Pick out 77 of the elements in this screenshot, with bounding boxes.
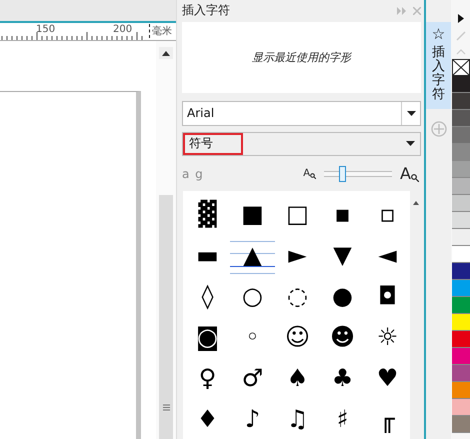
glyph-cell[interactable]: ▓	[185, 193, 230, 234]
close-icon[interactable]	[413, 6, 421, 15]
glyph-cell[interactable]: ╓	[365, 398, 410, 439]
font-name: Arial	[186, 105, 216, 122]
subset-dropdown[interactable]: 符号	[182, 132, 421, 156]
glyph-cell[interactable]: ◊	[185, 275, 230, 316]
glyph-cell[interactable]: ☼	[365, 316, 410, 357]
glyph-cell[interactable]: ▼	[320, 234, 365, 275]
glyph-cell[interactable]: ♠	[275, 357, 320, 398]
color-swatch[interactable]	[452, 110, 470, 127]
glyph-cell[interactable]: ♣	[320, 357, 365, 398]
color-swatch[interactable]	[452, 76, 470, 93]
color-swatch[interactable]	[452, 348, 470, 365]
glyph-cell[interactable]: ◘	[365, 275, 410, 316]
glyph-cell[interactable]: ♦	[185, 398, 230, 439]
recent-hint: 显示最近使用的字形	[252, 50, 351, 65]
glyph-cell[interactable]: ◌	[275, 275, 320, 316]
search-icon	[310, 173, 316, 180]
color-swatch[interactable]	[452, 178, 470, 195]
panel-title: 插入字符	[182, 2, 231, 20]
glyph-cell[interactable]: ♥	[365, 357, 410, 398]
color-swatch[interactable]	[452, 280, 470, 297]
glyph-cell[interactable]: ►	[275, 234, 320, 275]
glyph-cell[interactable]: ◄	[365, 234, 410, 275]
docker-tab[interactable]: ☆ 插入字符	[426, 22, 451, 109]
play-icon[interactable]	[458, 14, 464, 23]
glyph-cell[interactable]: ☻	[320, 316, 365, 357]
glyph-cell[interactable]: ♀	[185, 357, 230, 398]
color-swatch[interactable]	[452, 212, 470, 229]
glyph-cell[interactable]: ♂	[230, 357, 275, 398]
glyph-cell[interactable]: □	[275, 193, 320, 234]
glyph-cell[interactable]: ♯	[320, 398, 365, 439]
color-swatch[interactable]	[452, 195, 470, 212]
ruler-label: 150	[36, 24, 56, 35]
color-swatch[interactable]	[452, 365, 470, 382]
ruler-unit: 毫米	[149, 24, 172, 38]
color-swatch[interactable]	[452, 93, 470, 110]
color-swatch[interactable]	[452, 399, 470, 416]
glyph-cell[interactable]: ●	[320, 275, 365, 316]
glyph-cell[interactable]: ○	[230, 275, 275, 316]
color-swatch[interactable]	[452, 263, 470, 280]
search-icon	[411, 174, 419, 182]
glyph-cell[interactable]: ♫	[275, 398, 320, 439]
color-swatch[interactable]	[452, 382, 470, 399]
zoom-out-button[interactable]: A	[303, 169, 316, 180]
scroll-up-button[interactable]	[159, 47, 173, 59]
zoom-in-button[interactable]: A	[400, 166, 419, 182]
grip-icon	[162, 404, 170, 410]
glyph-cell[interactable]: ▬	[185, 234, 230, 275]
expand-icon[interactable]	[397, 6, 407, 15]
color-swatch[interactable]	[452, 127, 470, 144]
scrollbar[interactable]	[159, 195, 173, 439]
color-swatch[interactable]	[452, 331, 470, 348]
caret-up-icon	[162, 50, 170, 56]
color-swatch[interactable]	[452, 246, 470, 263]
font-dropdown[interactable]: Arial	[182, 100, 421, 126]
glyph-cell[interactable]: ◦	[230, 316, 275, 357]
add-icon[interactable]	[430, 120, 446, 137]
glyph-cell[interactable]: ♪	[230, 398, 275, 439]
ruler-label: 200	[113, 24, 132, 35]
no-color-swatch[interactable]	[452, 59, 470, 76]
glyph-cell[interactable]: ▫	[365, 193, 410, 234]
color-swatch[interactable]	[452, 161, 470, 178]
color-swatch[interactable]	[452, 297, 470, 314]
scrollbar[interactable]	[410, 191, 421, 439]
glyph-cell[interactable]: ■	[230, 193, 275, 234]
glyph-cell[interactable]: ▪	[320, 193, 365, 234]
glyph-cell[interactable]: ☺	[275, 316, 320, 357]
dropdown-caret-icon	[406, 110, 416, 116]
glyph-cell[interactable]: ◙	[185, 316, 230, 357]
color-swatch[interactable]	[452, 314, 470, 331]
color-swatch[interactable]	[452, 416, 470, 433]
color-swatch[interactable]	[452, 144, 470, 161]
subset-name: 符号	[183, 132, 243, 156]
scroll-up-icon	[412, 201, 418, 205]
dropdown-caret-icon	[406, 141, 415, 146]
color-swatch[interactable]	[452, 229, 470, 246]
